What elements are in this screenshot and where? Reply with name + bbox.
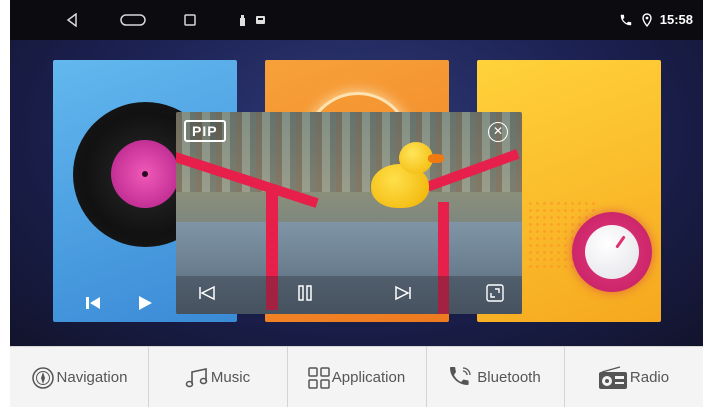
- play-icon[interactable]: [137, 294, 153, 317]
- pip-video-window[interactable]: PIP ✕: [176, 112, 522, 314]
- dock-item-application[interactable]: Application: [287, 347, 427, 407]
- radio-knob-face: [585, 225, 639, 279]
- close-icon[interactable]: ✕: [488, 122, 508, 142]
- bottom-dock: Navigation Music Application Bluetooth R…: [10, 346, 703, 407]
- apps-grid-icon: [308, 366, 330, 389]
- next-icon[interactable]: [394, 284, 412, 307]
- music-note-icon: [185, 367, 209, 389]
- dock-item-music[interactable]: Music: [148, 347, 288, 407]
- usb-icon: [236, 0, 248, 40]
- fullscreen-icon[interactable]: [486, 284, 504, 307]
- navigation-icon: [31, 366, 55, 390]
- recents-icon[interactable]: [180, 0, 200, 40]
- dock-item-label: Application: [331, 369, 406, 386]
- dock-item-radio[interactable]: Radio: [564, 347, 703, 407]
- radio-knob-marker: [615, 235, 626, 249]
- status-bar: 15:58: [10, 0, 703, 40]
- rubber-duck-beak: [428, 154, 444, 163]
- pause-icon[interactable]: [296, 284, 314, 307]
- sd-card-icon: [254, 0, 266, 40]
- previous-icon[interactable]: [85, 294, 101, 317]
- pip-controls: [176, 276, 522, 314]
- album-art: [111, 140, 179, 208]
- radio-knob-icon: [572, 212, 652, 292]
- previous-icon[interactable]: [198, 284, 216, 307]
- pip-label: PIP: [184, 120, 226, 142]
- vinyl-center: [142, 171, 148, 177]
- dock-item-label: Navigation: [56, 369, 128, 386]
- bluetooth-phone-icon: [449, 366, 475, 390]
- clock: 15:58: [659, 12, 693, 27]
- dock-item-navigation[interactable]: Navigation: [10, 347, 149, 407]
- phone-icon: [618, 0, 634, 40]
- video-scene-city: [176, 112, 522, 192]
- location-icon: [640, 0, 654, 40]
- dock-item-label: Music: [210, 369, 251, 386]
- dock-item-bluetooth[interactable]: Bluetooth: [426, 347, 565, 407]
- dock-item-label: Radio: [629, 369, 670, 386]
- launcher-desktop: PIP ✕: [10, 40, 703, 346]
- back-icon[interactable]: [60, 0, 84, 40]
- dock-item-label: Bluetooth: [477, 369, 541, 386]
- home-icon[interactable]: [118, 0, 148, 40]
- radio-icon: [598, 365, 628, 390]
- head-unit-screen: 15:58 PIP ✕ Navigation Music Application…: [10, 0, 703, 407]
